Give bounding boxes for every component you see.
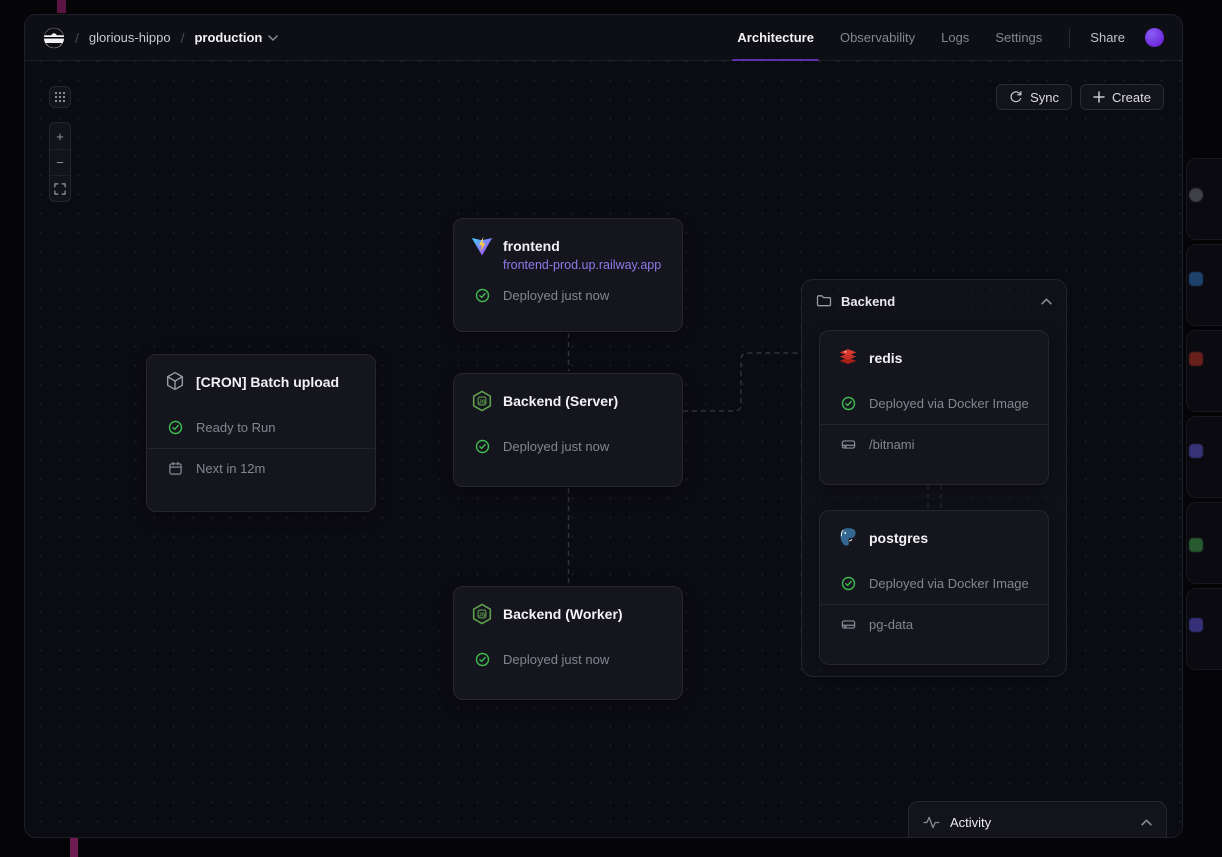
service-title: [CRON] Batch upload [196,370,339,394]
zoom-out-button[interactable]: − [50,149,70,175]
disk-icon [836,617,860,632]
activity-pulse-icon [923,816,940,829]
cube-icon [163,370,187,392]
tab-label: Architecture [737,30,814,45]
chevron-up-icon[interactable] [1041,298,1052,305]
deploy-status: Deployed via Docker Image [869,396,1029,411]
check-circle-icon [470,652,494,667]
deploy-status: Deployed via Docker Image [869,576,1029,591]
disk-icon [836,437,860,452]
background-accent-bar-bottom [70,838,78,857]
tab-label: Observability [840,30,915,45]
check-circle-icon [836,396,860,411]
chevron-down-icon [268,35,278,41]
service-card-redis[interactable]: redis Deployed via Docker Image /bitnami [819,330,1049,485]
service-card-postgres[interactable]: postgres Deployed via Docker Image pg-da… [819,510,1049,665]
nodejs-icon: JS [470,602,494,626]
check-circle-icon [163,420,187,435]
grid-dots-icon [54,91,66,103]
check-circle-icon [836,576,860,591]
share-button[interactable]: Share [1084,30,1131,45]
cron-next-run: Next in 12m [196,461,265,476]
zoom-in-button[interactable]: + [50,123,70,149]
folder-icon [816,293,832,309]
peek-icon [1189,352,1203,366]
peek-icon [1189,188,1203,202]
zoom-controls: + − [49,122,71,202]
service-domain-link[interactable]: frontend-prod.up.railway.app [503,256,666,274]
volume-row: /bitnami [820,424,1048,463]
user-avatar[interactable] [1145,28,1164,47]
navbar-divider [1069,28,1070,48]
service-title: Backend (Server) [503,389,618,413]
check-circle-icon [470,439,494,454]
tab-label: Settings [995,30,1042,45]
svg-text:JS: JS [478,612,485,618]
tab-label: Logs [941,30,969,45]
canvas-toolbar: Sync Create [996,84,1164,110]
sync-icon [1009,90,1023,104]
service-title: redis [869,346,902,370]
volume-path: /bitnami [869,437,915,452]
activity-panel[interactable]: Activity [908,801,1167,838]
activity-label: Activity [950,815,1131,830]
plus-icon [1093,91,1105,103]
service-card-frontend[interactable]: frontend frontend-prod.up.railway.app De… [453,218,683,332]
service-title: Backend (Worker) [503,602,623,626]
create-label: Create [1112,90,1151,105]
background-peek-card [1186,330,1222,412]
tab-settings[interactable]: Settings [982,15,1055,61]
environment-selector[interactable]: production [194,30,278,45]
tab-observability[interactable]: Observability [827,15,928,61]
create-button[interactable]: Create [1080,84,1164,110]
layout-grid-button[interactable] [49,86,71,108]
nodejs-icon: JS [470,389,494,413]
railway-logo-icon[interactable] [43,27,65,49]
chevron-up-icon[interactable] [1141,819,1152,826]
cron-schedule-row: Next in 12m [147,448,375,487]
postgres-icon [836,526,860,548]
app-window: / glorious-hippo / production Architectu… [24,14,1183,838]
expand-icon [54,183,66,195]
deploy-status: Deployed just now [503,439,609,454]
redis-icon [836,346,860,368]
volume-path: pg-data [869,617,913,632]
service-title: frontend [503,234,560,258]
check-circle-icon [470,288,494,303]
calendar-icon [163,461,187,476]
nav-tabs: Architecture Observability Logs Settings [724,15,1055,61]
breadcrumb-project[interactable]: glorious-hippo [89,30,171,45]
service-title: postgres [869,526,928,550]
cron-status: Ready to Run [196,420,276,435]
sync-label: Sync [1030,90,1059,105]
service-card-backend-worker[interactable]: JS Backend (Worker) Deployed just now [453,586,683,700]
tab-architecture[interactable]: Architecture [724,15,827,61]
service-card-backend-server[interactable]: JS Backend (Server) Deployed just now [453,373,683,487]
breadcrumb-separator: / [181,30,185,46]
group-title: Backend [841,294,1032,309]
service-card-cron[interactable]: [CRON] Batch upload Ready to Run Next in… [146,354,376,512]
top-navbar: / glorious-hippo / production Architectu… [25,15,1182,61]
fit-view-button[interactable] [50,175,70,201]
deploy-status: Deployed just now [503,652,609,667]
deploy-status: Deployed just now [503,288,609,303]
background-accent-bar-top [57,0,66,13]
sync-button[interactable]: Sync [996,84,1072,110]
peek-icon [1189,272,1203,286]
tab-logs[interactable]: Logs [928,15,982,61]
peek-icon [1189,444,1203,458]
peek-icon [1189,538,1203,552]
volume-row: pg-data [820,604,1048,643]
peek-icon [1189,618,1203,632]
svg-text:JS: JS [478,399,485,405]
breadcrumb-separator: / [75,30,79,46]
breadcrumb: / glorious-hippo / production [43,27,278,49]
group-header[interactable]: Backend [802,280,1066,322]
vite-icon [470,234,494,258]
environment-name: production [194,30,262,45]
service-group-backend[interactable]: Backend redis [801,279,1067,677]
